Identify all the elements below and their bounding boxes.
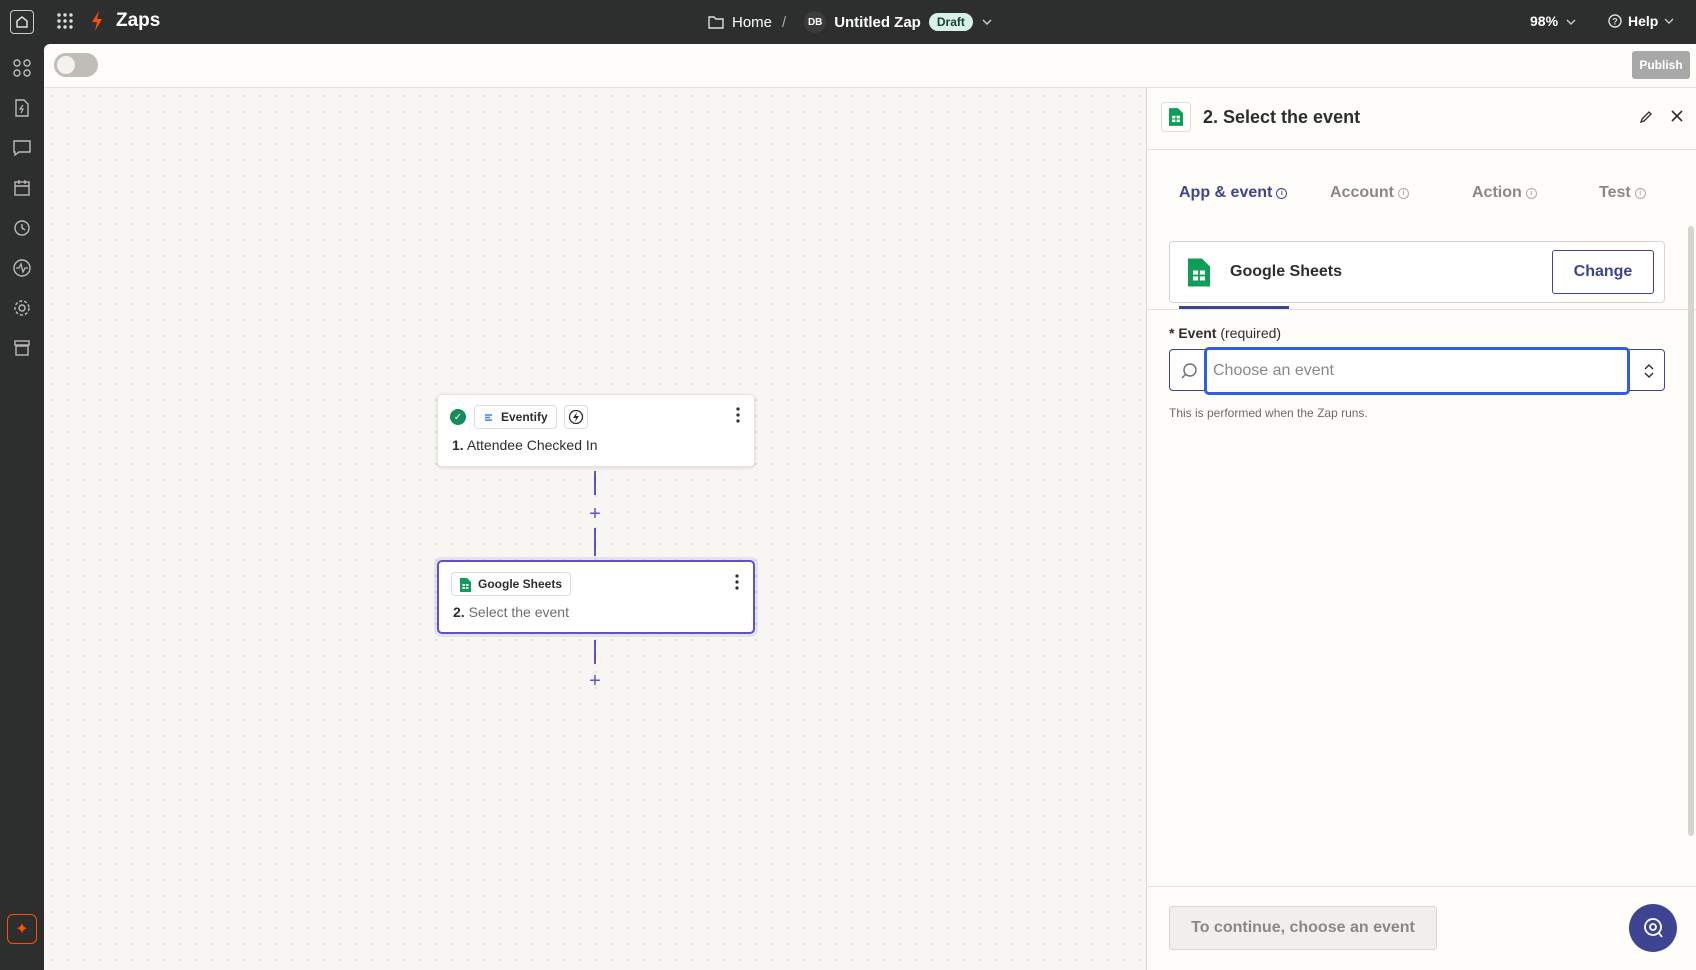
more-options-icon[interactable] <box>736 407 740 423</box>
app-tag-google-sheets: Google Sheets <box>451 572 572 596</box>
copilot-icon[interactable]: ✦ <box>7 914 37 944</box>
app-grid-icon[interactable] <box>56 12 74 30</box>
instant-trigger-icon <box>564 405 588 429</box>
info-icon: i <box>1398 187 1409 199</box>
connector-line <box>594 471 596 495</box>
panel-header: 2. Select the event <box>1147 88 1696 150</box>
event-search-input[interactable] <box>1204 347 1630 395</box>
zoom-level: 98% <box>1530 13 1559 29</box>
archive-nav-icon[interactable] <box>12 338 32 358</box>
step-app-name: Google Sheets <box>478 577 563 591</box>
zap-name[interactable]: Untitled Zap <box>834 14 921 31</box>
svg-text:?: ? <box>1612 17 1618 27</box>
status-badge: Draft <box>928 13 973 31</box>
step-event-name: Select the event <box>468 604 569 620</box>
action-step-card[interactable]: Google Sheets 2. Select the event <box>437 560 755 634</box>
step-title: 1. Attendee Checked In <box>452 437 598 453</box>
panel-title: 2. Select the event <box>1203 107 1361 127</box>
tab-label: Account <box>1330 184 1394 201</box>
help-label: Help <box>1628 13 1659 29</box>
tab-action[interactable]: Action i <box>1472 184 1537 202</box>
active-tab-indicator <box>1179 306 1289 309</box>
left-nav: ✦ <box>0 44 44 970</box>
breadcrumb-home[interactable]: Home <box>732 14 772 31</box>
close-icon[interactable] <box>1669 108 1685 124</box>
chevron-down-icon <box>1664 18 1674 24</box>
trigger-step-card[interactable]: ✓ Eventify 1. Attendee Checked In <box>437 394 755 467</box>
step-editor-panel: 2. Select the event App & event i Accoun… <box>1146 88 1696 970</box>
step-number: 2. <box>453 604 465 620</box>
more-options-icon[interactable] <box>735 574 739 590</box>
connector-line <box>594 640 596 664</box>
info-icon: i <box>1276 187 1288 199</box>
zap-on-off-toggle[interactable] <box>54 53 98 77</box>
google-sheets-logo-icon <box>460 578 471 592</box>
editor-toolbar: Publish <box>44 44 1696 88</box>
publish-button[interactable]: Publish <box>1632 51 1690 79</box>
continue-button[interactable]: To continue, choose an event <box>1169 906 1437 950</box>
panel-scrollbar[interactable] <box>1688 226 1694 836</box>
connector-line <box>594 528 596 556</box>
event-helper-text: This is performed when the Zap runs. <box>1169 406 1368 420</box>
tab-app-and-event[interactable]: App & event i <box>1179 184 1288 202</box>
top-bar: Zaps Home / DB Untitled Zap Draft 98% ? … <box>0 0 1696 44</box>
check-icon: ✓ <box>450 409 466 425</box>
tabs-divider <box>1147 309 1696 310</box>
tab-test[interactable]: Test i <box>1599 184 1646 202</box>
tab-account[interactable]: Account i <box>1330 184 1409 202</box>
folder-icon <box>708 16 724 29</box>
event-field-label: * Event (required) <box>1169 325 1281 341</box>
event-select[interactable] <box>1169 347 1665 395</box>
history-nav-icon[interactable] <box>12 218 32 238</box>
footer-divider <box>1147 886 1696 887</box>
chevron-down-icon <box>1566 19 1576 25</box>
chat-nav-icon[interactable] <box>12 138 32 158</box>
zap-canvas[interactable]: ✓ Eventify 1. Attendee Checked In + Goog… <box>44 88 1146 970</box>
apps-nav-icon[interactable] <box>12 58 32 78</box>
zap-bolt-icon <box>92 11 102 31</box>
required-hint: (required) <box>1220 325 1282 341</box>
breadcrumb: Home / DB Untitled Zap Draft <box>708 11 993 33</box>
zoom-menu[interactable]: 98% <box>1530 13 1576 29</box>
breadcrumb-separator: / <box>782 13 787 31</box>
help-menu[interactable]: ? Help <box>1608 13 1674 29</box>
app-tag-eventify: Eventify <box>474 405 557 429</box>
step-app-name: Eventify <box>501 410 548 424</box>
tab-label: Test <box>1599 184 1631 201</box>
event-label-text: Event <box>1178 325 1217 341</box>
gear-icon[interactable] <box>12 298 32 318</box>
google-sheets-logo-icon <box>1161 102 1191 132</box>
help-icon: ? <box>1608 14 1622 28</box>
add-step-plus-icon[interactable]: + <box>587 504 603 524</box>
step-event-name: Attendee Checked In <box>466 437 598 453</box>
tab-label: App & event <box>1179 184 1273 201</box>
selected-app-name: Google Sheets <box>1230 263 1343 280</box>
activity-nav-icon[interactable] <box>12 258 32 278</box>
calendar-nav-icon[interactable] <box>12 178 32 198</box>
avatar: DB <box>804 11 827 33</box>
google-sheets-logo-icon <box>1188 258 1210 287</box>
chevron-down-icon[interactable] <box>981 18 993 26</box>
search-icon <box>1181 363 1197 379</box>
chevron-up-down-icon[interactable] <box>1642 361 1656 381</box>
pencil-icon[interactable] <box>1639 110 1653 124</box>
zap-file-icon[interactable] <box>12 98 32 118</box>
home-icon[interactable] <box>10 10 34 34</box>
eventify-logo-icon <box>485 414 492 421</box>
support-chat-icon[interactable] <box>1629 904 1677 952</box>
brand-title[interactable]: Zaps <box>116 10 160 32</box>
selected-app-box: Google Sheets Change <box>1169 241 1665 303</box>
step-title: 2. Select the event <box>453 604 569 620</box>
tab-label: Action <box>1472 184 1522 201</box>
change-app-button[interactable]: Change <box>1552 250 1654 294</box>
step-number: 1. <box>452 437 464 453</box>
info-icon: i <box>1525 187 1537 199</box>
info-icon: i <box>1634 187 1646 199</box>
add-step-plus-icon[interactable]: + <box>587 671 603 691</box>
required-star: * <box>1169 325 1175 341</box>
